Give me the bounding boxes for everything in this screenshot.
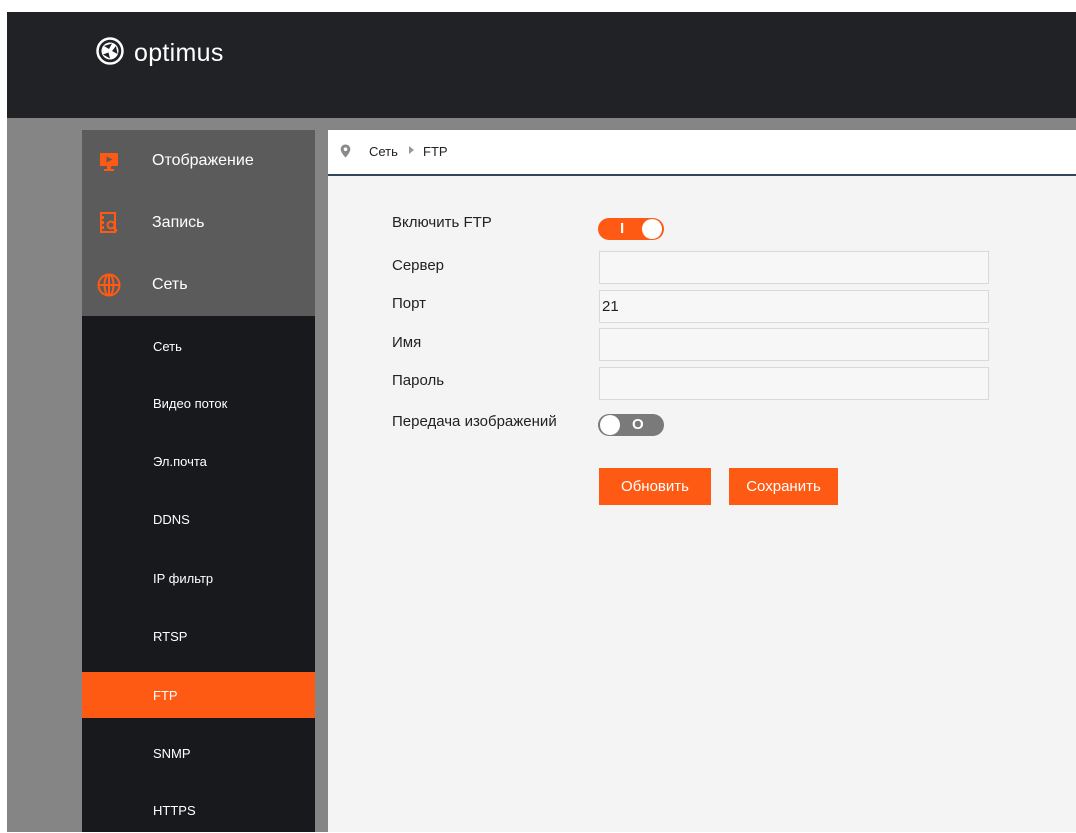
sidebar-subitem-label: DDNS — [153, 511, 190, 527]
port-input[interactable] — [599, 290, 989, 323]
sidebar-subitem-label: SNMP — [153, 745, 191, 761]
sidebar-item-network[interactable]: Сеть — [82, 254, 315, 316]
location-pin-icon — [340, 144, 351, 161]
optimus-logo-icon — [96, 36, 124, 70]
sidebar-subitem-label: IP фильтр — [153, 570, 214, 586]
sidebar-subitem-video-stream[interactable]: Видео поток — [82, 380, 315, 426]
server-label: Сервер — [392, 257, 445, 274]
brand-logo[interactable]: optimus — [96, 36, 224, 70]
sidebar-subitem-https[interactable]: HTTPS — [82, 787, 315, 833]
sidebar-subitem-ip-filter[interactable]: IP фильтр — [82, 555, 315, 601]
chevron-right-icon — [408, 144, 416, 159]
sidebar: Отображение Запись Сеть Сеть Видео поток… — [82, 130, 315, 832]
sidebar-subitem-ddns[interactable]: DDNS — [82, 496, 315, 542]
sidebar-subitem-ftp[interactable]: FTP — [82, 672, 315, 718]
top-margin — [0, 0, 1076, 12]
sidebar-subitem-snmp[interactable]: SNMP — [82, 730, 315, 776]
sidebar-subitem-label: Сеть — [153, 338, 182, 354]
server-input[interactable] — [599, 251, 989, 284]
refresh-button[interactable]: Обновить — [599, 468, 711, 505]
port-label: Порт — [392, 295, 427, 312]
name-input[interactable] — [599, 328, 989, 361]
toggle-state-text: I — [620, 220, 625, 237]
main-content: Сеть FTP Включить FTP I Сервер Порт Имя … — [328, 130, 1076, 832]
toggle-knob — [642, 219, 662, 239]
record-search-icon — [96, 210, 122, 236]
save-button[interactable]: Сохранить — [729, 468, 838, 505]
password-label: Пароль — [392, 372, 445, 389]
sidebar-item-label: Запись — [152, 214, 205, 231]
breadcrumb-section[interactable]: Сеть — [369, 144, 398, 159]
sidebar-subitem-rtsp[interactable]: RTSP — [82, 613, 315, 659]
name-label: Имя — [392, 334, 422, 351]
sidebar-subitem-label: Видео поток — [153, 395, 228, 411]
brand-name: optimus — [134, 38, 224, 67]
breadcrumb: Сеть FTP — [328, 130, 1076, 176]
enable-ftp-label: Включить FTP — [392, 214, 492, 231]
monitor-play-icon — [96, 148, 122, 174]
image-transfer-label: Передача изображений — [392, 413, 557, 430]
toggle-knob — [600, 415, 620, 435]
sidebar-subitem-label: FTP — [153, 687, 178, 703]
globe-icon — [96, 272, 122, 298]
sidebar-subitem-network[interactable]: Сеть — [82, 323, 315, 369]
sidebar-subitem-label: RTSP — [153, 628, 188, 644]
sidebar-subitem-email[interactable]: Эл.почта — [82, 438, 315, 484]
sidebar-subitem-label: HTTPS — [153, 802, 196, 818]
sidebar-item-record[interactable]: Запись — [82, 192, 315, 254]
sidebar-item-label: Сеть — [152, 276, 188, 293]
toggle-state-text: O — [632, 416, 644, 433]
enable-ftp-toggle[interactable]: I — [598, 218, 664, 240]
sidebar-item-display[interactable]: Отображение — [82, 130, 315, 192]
breadcrumb-page: FTP — [423, 144, 448, 159]
sidebar-subitem-label: Эл.почта — [153, 453, 207, 469]
sidebar-item-label: Отображение — [152, 152, 254, 169]
password-input[interactable] — [599, 367, 989, 400]
image-transfer-toggle[interactable]: O — [598, 414, 664, 436]
